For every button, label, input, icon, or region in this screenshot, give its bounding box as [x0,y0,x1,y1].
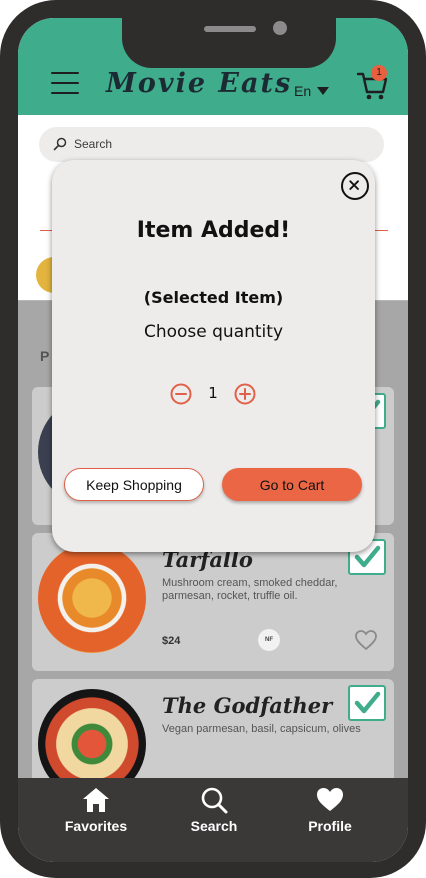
menu-item-name: The Godfather [162,693,333,718]
search-icon [201,787,228,814]
phone-notch [122,18,336,68]
bottom-navigation: Favorites Search Profile [18,778,408,862]
nav-search-label: Search [190,818,238,834]
caret-down-icon [317,87,330,95]
nav-profile[interactable]: Profile [280,786,380,834]
search-icon [53,137,67,151]
heart-outline-icon[interactable] [354,629,378,651]
quantity-prompt: Choose quantity [143,322,284,342]
search-input[interactable]: Search [74,137,112,151]
menu-item-description: Mushroom cream, smoked cheddar, parmesan… [162,577,338,602]
minus-circle-icon[interactable] [170,383,192,405]
app-screen: Movie Eats En 1 Search P Tarfallo Mushro… [18,18,408,862]
nav-favorites-label: Favorites [64,818,128,834]
close-icon[interactable] [341,172,369,200]
language-label: En [294,83,312,99]
item-added-dialog: Item Added! (Selected Item) Choose quant… [52,160,375,552]
checkbox[interactable] [348,685,386,721]
section-heading: P [40,348,50,364]
plus-circle-icon[interactable] [234,383,256,405]
home-icon [83,788,109,812]
nut-free-badge: NF [258,629,280,651]
dialog-title: Item Added! [136,218,291,243]
keep-shopping-button[interactable]: Keep Shopping [64,468,204,501]
pizza-image [38,543,146,653]
go-to-cart-button[interactable]: Go to Cart [222,468,362,501]
speaker-grille [204,26,256,32]
menu-item-price: $24 [162,635,181,647]
front-camera [273,21,287,35]
search-bar[interactable]: Search [39,127,384,162]
heart-icon [317,788,343,811]
quantity-value: 1 [208,384,218,402]
menu-item-description: Vegan parmesan, basil, capsicum, olives [162,723,361,735]
nav-search[interactable]: Search [164,786,264,834]
language-selector[interactable]: En [294,81,330,101]
selected-item-name: (Selected Item) [143,288,284,307]
menu-card[interactable]: Tarfallo Mushroom cream, smoked cheddar,… [32,533,394,671]
cart-count-badge: 1 [371,65,387,81]
checkmark-icon [354,691,381,714]
app-title: Movie Eats [106,68,293,99]
phone-frame: Movie Eats En 1 Search P Tarfallo Mushro… [0,0,426,878]
hamburger-menu-icon[interactable] [51,72,79,94]
nav-favorites[interactable]: Favorites [46,786,146,834]
nav-profile-label: Profile [308,818,352,834]
